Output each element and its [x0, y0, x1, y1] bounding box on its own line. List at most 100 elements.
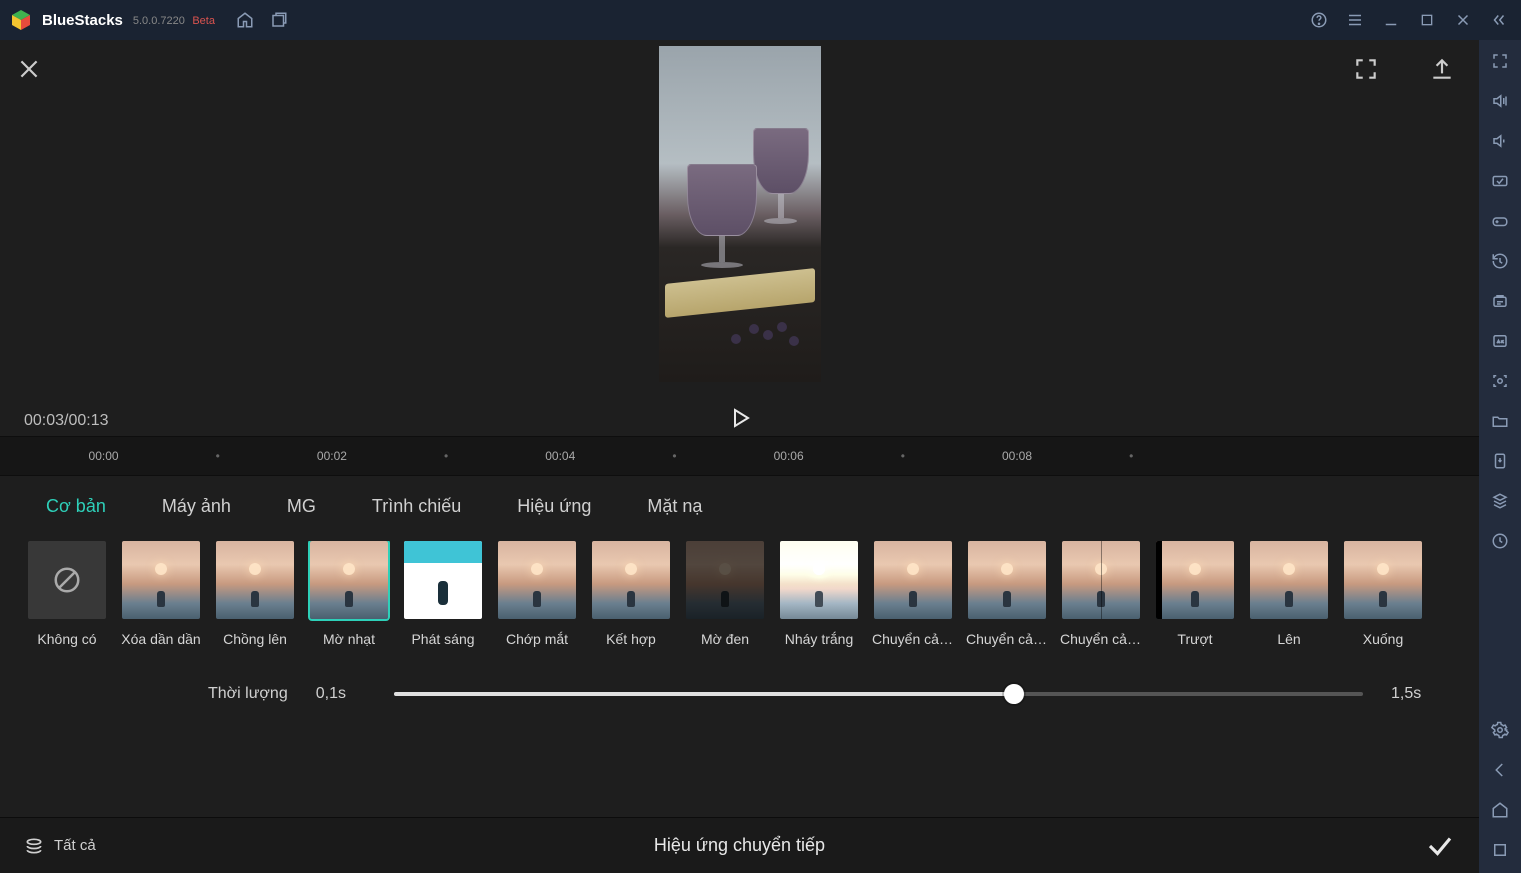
- ruler-mark: 00:04: [545, 449, 575, 463]
- transition-item[interactable]: Chớp mắt: [498, 541, 576, 647]
- transition-label: Xuống: [1363, 631, 1403, 647]
- duration-slider[interactable]: [394, 692, 1363, 696]
- back-icon[interactable]: [1487, 757, 1513, 783]
- transition-thumb: [874, 541, 952, 619]
- preview-area: 00:03/00:13: [0, 40, 1479, 436]
- tab-mặt-nạ[interactable]: Mặt nạ: [647, 496, 702, 517]
- home-icon[interactable]: [233, 8, 257, 32]
- main-area: 00:03/00:13 00:00 • 00:02 • 00:04 • 00:0…: [0, 40, 1521, 873]
- timeline-ruler[interactable]: 00:00 • 00:02 • 00:04 • 00:06 • 00:08 •: [0, 436, 1479, 476]
- time-display: 00:03/00:13: [24, 412, 109, 430]
- keymap-icon[interactable]: [1487, 168, 1513, 194]
- screenshot-icon[interactable]: [1487, 368, 1513, 394]
- home-nav-icon[interactable]: [1487, 797, 1513, 823]
- transition-item[interactable]: Kết hợp: [592, 541, 670, 647]
- transition-label: Trượt: [1177, 631, 1212, 647]
- panel-title: Hiệu ứng chuyển tiếp: [654, 835, 825, 856]
- transition-item[interactable]: Phát sáng: [404, 541, 482, 647]
- category-tabs: Cơ bản Máy ảnh MG Trình chiếu Hiệu ứng Mặt nạ: [28, 496, 1451, 517]
- transition-thumb: [780, 541, 858, 619]
- transition-item[interactable]: Nháy trắng: [780, 541, 858, 647]
- volume-up-icon[interactable]: [1487, 88, 1513, 114]
- transition-item[interactable]: Chồng lên: [216, 541, 294, 647]
- transition-label: Không có: [37, 631, 96, 647]
- bottom-bar: Tất cả Hiệu ứng chuyển tiếp: [0, 817, 1479, 873]
- app-version: 5.0.0.7220 Beta: [133, 11, 215, 29]
- duration-min: 0,1s: [316, 685, 366, 703]
- transition-label: Phát sáng: [411, 631, 474, 647]
- titlebar-right: [1307, 8, 1511, 32]
- install-icon[interactable]: [1487, 448, 1513, 474]
- gamepad-icon[interactable]: [1487, 208, 1513, 234]
- settings-icon[interactable]: [1487, 717, 1513, 743]
- close-editor-icon[interactable]: [16, 56, 42, 82]
- transition-label: Chuyển cản..: [966, 631, 1048, 647]
- transition-label: Mờ đen: [701, 631, 749, 647]
- help-icon[interactable]: [1307, 8, 1331, 32]
- video-preview[interactable]: [659, 46, 821, 382]
- minimize-icon[interactable]: [1379, 8, 1403, 32]
- transition-label: Lên: [1277, 631, 1300, 647]
- folder-icon[interactable]: [1487, 408, 1513, 434]
- tab-trình-chiếu[interactable]: Trình chiếu: [372, 496, 461, 517]
- duration-max: 1,5s: [1391, 685, 1441, 703]
- transition-thumb: [1062, 541, 1140, 619]
- tab-cơ-bản[interactable]: Cơ bản: [46, 496, 106, 517]
- tab-hiệu-ứng[interactable]: Hiệu ứng: [517, 496, 591, 517]
- transition-label: Chuyển cản..: [1060, 631, 1142, 647]
- history-icon[interactable]: [1487, 248, 1513, 274]
- transition-item[interactable]: Chuyển cản..: [874, 541, 952, 647]
- fullscreen-icon[interactable]: [1353, 56, 1379, 82]
- titlebar-left: BlueStacks 5.0.0.7220 Beta: [10, 8, 291, 32]
- recent-apps-icon[interactable]: [1487, 837, 1513, 863]
- tab-máy-ảnh[interactable]: Máy ảnh: [162, 496, 231, 517]
- transition-list: Không có Xóa dần dần Chồng lên Mờ nhạt Phát …: [28, 541, 1451, 647]
- ruler-mark: 00:08: [1002, 449, 1032, 463]
- ruler-dot: •: [1129, 449, 1133, 463]
- transition-label: Chồng lên: [223, 631, 287, 647]
- transition-item[interactable]: Mờ nhạt: [310, 541, 388, 647]
- sync-icon[interactable]: [1487, 288, 1513, 314]
- clock-icon[interactable]: [1487, 528, 1513, 554]
- duration-label: Thời lượng: [208, 685, 288, 703]
- transition-item[interactable]: Lên: [1250, 541, 1328, 647]
- transition-thumb: [122, 541, 200, 619]
- transition-item[interactable]: Trượt: [1156, 541, 1234, 647]
- app-name: BlueStacks: [42, 12, 123, 29]
- multi-instance-icon[interactable]: [1487, 488, 1513, 514]
- apk-icon[interactable]: [1487, 328, 1513, 354]
- close-window-icon[interactable]: [1451, 8, 1475, 32]
- transition-thumb: [28, 541, 106, 619]
- transitions-panel: Cơ bản Máy ảnh MG Trình chiếu Hiệu ứng Mặt nạ…: [0, 476, 1479, 817]
- transition-label: Mờ nhạt: [323, 631, 375, 647]
- ruler-dot: •: [901, 449, 905, 463]
- transition-item[interactable]: Mờ đen: [686, 541, 764, 647]
- sidebar-right: [1479, 40, 1521, 873]
- transition-label: Nháy trắng: [785, 631, 853, 647]
- transition-item[interactable]: Không có: [28, 541, 106, 647]
- maximize-icon[interactable]: [1415, 8, 1439, 32]
- apply-all-button[interactable]: Tất cả: [24, 836, 96, 856]
- transition-thumb: [310, 541, 388, 619]
- transition-thumb: [686, 541, 764, 619]
- confirm-icon[interactable]: [1425, 831, 1455, 861]
- fullscreen-toggle-icon[interactable]: [1487, 48, 1513, 74]
- play-icon[interactable]: [728, 406, 752, 430]
- ruler-mark: 00:00: [89, 449, 119, 463]
- transition-label: Chớp mắt: [506, 631, 568, 647]
- volume-down-icon[interactable]: [1487, 128, 1513, 154]
- tab-mg[interactable]: MG: [287, 496, 316, 517]
- transition-item[interactable]: Chuyển cản..: [968, 541, 1046, 647]
- transition-thumb: [498, 541, 576, 619]
- tabs-icon[interactable]: [267, 8, 291, 32]
- transition-item[interactable]: Xóa dần dần: [122, 541, 200, 647]
- menu-icon[interactable]: [1343, 8, 1367, 32]
- transition-item[interactable]: Chuyển cản..: [1062, 541, 1140, 647]
- ruler-dot: •: [216, 449, 220, 463]
- transition-item[interactable]: Xuống: [1344, 541, 1422, 647]
- bluestacks-logo-icon: [10, 9, 32, 31]
- ruler-mark: 00:02: [317, 449, 347, 463]
- collapse-sidebar-icon[interactable]: [1487, 8, 1511, 32]
- export-icon[interactable]: [1429, 56, 1455, 82]
- ruler-dot: •: [444, 449, 448, 463]
